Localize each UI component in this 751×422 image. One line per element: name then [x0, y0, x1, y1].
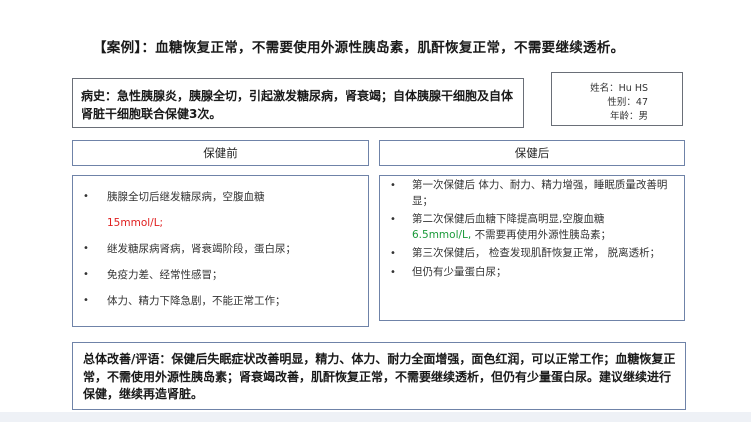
patient-info-box: 姓名：Hu HS 性别：47 年龄：男 [551, 72, 683, 126]
after-item-1: 第一次保健后 体力、耐力、精力增强，睡眠质量改善明显； [390, 178, 678, 209]
before-item-1-value: 15mmol/L; [107, 217, 164, 229]
after-item-4-text: 但仍有少量蛋白尿； [412, 265, 507, 278]
after-list: 第一次保健后 体力、耐力、精力增强，睡眠质量改善明显； 第二次保健后血糖下降提高… [380, 176, 684, 280]
patient-name: 姓名：Hu HS [590, 83, 648, 94]
after-item-2: 第二次保健后血糖下降提高明显,空腹血糖 6.5mmol/L, 不需要再使用外源性… [390, 212, 678, 243]
after-item-4: 但仍有少量蛋白尿； [390, 265, 678, 281]
after-item-2-text: 第二次保健后血糖下降提高明显,空腹血糖 [412, 213, 605, 225]
after-item-3-text: 第三次保健后， 检查发现肌酐恢复正常， 脱离透析； [412, 247, 661, 259]
before-item-2-text: 继发糖尿病肾病，肾衰竭阶段，蛋白尿； [107, 243, 296, 255]
summary-text: 总体改善/评语：保健后失眠症状改善明显，精力、体力、耐力全面增强，面色红润，可以… [83, 352, 676, 401]
case-title: 【案例】：血糖恢复正常，不需要使用外源性胰岛素，肌酐恢复正常，不需要继续透析。 [93, 40, 625, 56]
after-item-3: 第三次保健后， 检查发现肌酐恢复正常， 脱离透析； [390, 246, 678, 262]
before-header-label: 保健前 [203, 146, 238, 160]
after-header-label: 保健后 [514, 146, 550, 160]
after-item-1-text: 第一次保健后 体力、耐力、精力增强，睡眠质量改善明显； [412, 179, 668, 207]
before-list: 胰腺全切后继发糖尿病，空腹血糖 15mmol/L; 继发糖尿病肾病，肾衰竭阶段，… [73, 176, 368, 314]
before-header: 保健前 [72, 140, 369, 166]
before-item-2: 继发糖尿病肾病，肾衰竭阶段，蛋白尿； [83, 236, 362, 262]
before-list-box: 胰腺全切后继发糖尿病，空腹血糖 15mmol/L; 继发糖尿病肾病，肾衰竭阶段，… [72, 175, 369, 327]
after-item-2-value: 6.5mmol/L, [412, 228, 472, 241]
before-item-3-text: 免疫力差、经常性感冒； [107, 269, 223, 281]
before-item-1: 胰腺全切后继发糖尿病，空腹血糖 15mmol/L; [83, 184, 362, 236]
after-item-2-tail: 不需要再使用外源性胰岛素； [471, 228, 612, 241]
before-item-4-text: 体力、精力下降急剧，不能正常工作； [107, 295, 286, 307]
before-item-4: 体力、精力下降急剧，不能正常工作； [83, 288, 362, 314]
before-item-1-text: 胰腺全切后继发糖尿病，空腹血糖 [107, 191, 265, 203]
before-item-3: 免疫力差、经常性感冒； [83, 262, 362, 288]
medical-history-box: 病史：急性胰腺炎，胰腺全切，引起激发糖尿病，肾衰竭；自体胰腺干细胞及自体肾脏干细… [72, 78, 524, 128]
patient-gender: 性别：47 [607, 97, 648, 108]
patient-age: 年龄：男 [609, 111, 648, 122]
medical-history-text: 病史：急性胰腺炎，胰腺全切，引起激发糖尿病，肾衰竭；自体胰腺干细胞及自体肾脏干细… [81, 89, 514, 121]
after-list-box: 第一次保健后 体力、耐力、精力增强，睡眠质量改善明显； 第二次保健后血糖下降提高… [379, 175, 685, 321]
summary-box: 总体改善/评语：保健后失眠症状改善明显，精力、体力、耐力全面增强，面色红润，可以… [72, 342, 686, 410]
footer-band [0, 412, 751, 422]
after-header: 保健后 [379, 140, 685, 166]
